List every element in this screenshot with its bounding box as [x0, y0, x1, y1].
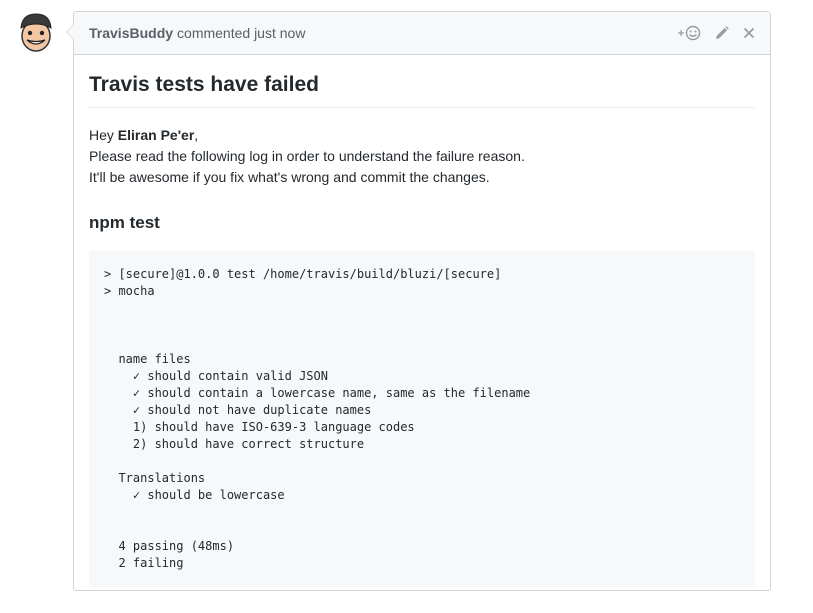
pencil-icon[interactable]: [715, 26, 729, 40]
comment-author[interactable]: TravisBuddy: [89, 25, 173, 41]
smiley-add-icon[interactable]: [677, 25, 701, 41]
greeting-line: Hey Eliran Pe'er,: [89, 125, 755, 146]
section-title: npm test: [89, 213, 160, 232]
close-icon[interactable]: [743, 27, 755, 39]
encouragement-line: It'll be awesome if you fix what's wrong…: [89, 169, 490, 185]
greeting-suffix: ,: [194, 127, 199, 143]
comment-actions: [677, 25, 755, 41]
comment-title: Travis tests have failed: [89, 71, 755, 108]
greeting: Hey Eliran Pe'er, Please read the follow…: [89, 125, 755, 188]
instruction-line: Please read the following log in order t…: [89, 148, 525, 164]
recipient-name: Eliran Pe'er: [117, 127, 195, 143]
comment-timestamp: commented just now: [177, 25, 306, 41]
greeting-prefix: Hey: [89, 127, 118, 143]
comment-box: TravisBuddy commented just now Travis te…: [66, 11, 771, 591]
comment-body: Travis tests have failed Hey Eliran Pe'e…: [74, 55, 770, 587]
comment-header: TravisBuddy commented just now: [74, 12, 770, 55]
comment-arrow: [66, 24, 74, 40]
test-log: > [secure]@1.0.0 test /home/travis/build…: [89, 250, 755, 587]
avatar[interactable]: [14, 10, 58, 54]
